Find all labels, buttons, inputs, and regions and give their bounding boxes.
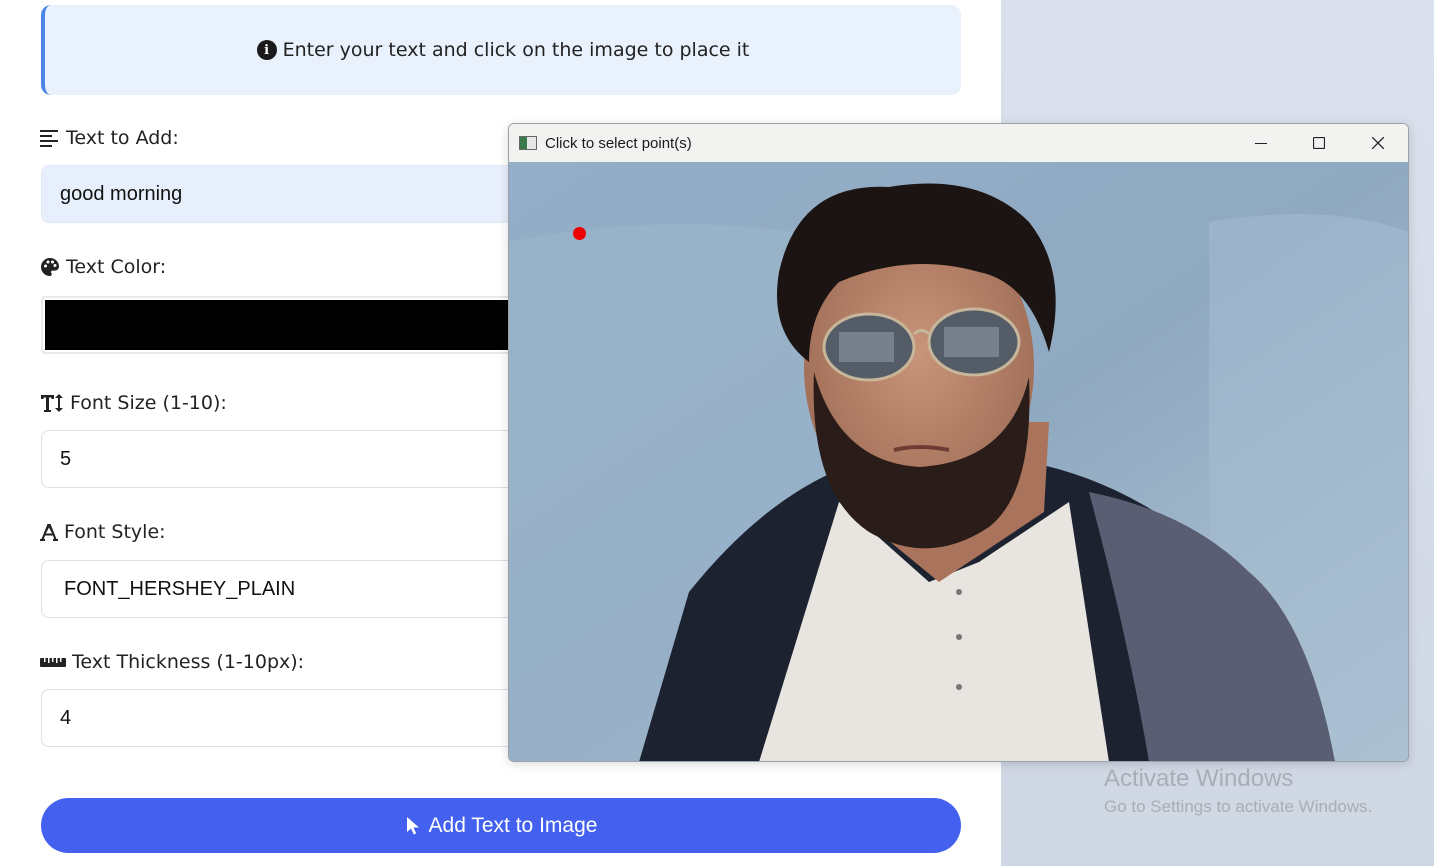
thickness-value: 4 bbox=[60, 706, 72, 729]
minimize-button[interactable] bbox=[1232, 124, 1290, 162]
info-banner: i Enter your text and click on the image… bbox=[41, 5, 961, 95]
text-input-value: good morning bbox=[60, 182, 183, 205]
color-label-text: Text Color: bbox=[66, 256, 167, 278]
font-size-label: Font Size (1-10): bbox=[40, 392, 227, 414]
font-size-value: 5 bbox=[60, 447, 72, 470]
watermark-title: Activate Windows bbox=[1104, 765, 1294, 792]
minimize-icon bbox=[1255, 143, 1267, 144]
activation-watermark: Activate Windows Go to Settings to activ… bbox=[1104, 765, 1372, 817]
color-label: Text Color: bbox=[40, 256, 166, 278]
add-text-button-label: Add Text to Image bbox=[428, 813, 598, 837]
font-style-label-text: Font Style: bbox=[64, 521, 166, 543]
font-size-label-text: Font Size (1-10): bbox=[70, 392, 227, 414]
selected-point-marker bbox=[573, 227, 586, 240]
text-height-icon bbox=[41, 394, 63, 412]
pointer-icon bbox=[406, 816, 419, 834]
ruler-icon bbox=[40, 658, 66, 667]
close-icon bbox=[1372, 137, 1384, 149]
image-canvas[interactable] bbox=[509, 162, 1408, 761]
maximize-icon bbox=[1313, 137, 1325, 149]
portrait-photo bbox=[509, 162, 1408, 761]
font-style-label: Font Style: bbox=[40, 521, 166, 543]
thickness-label-text: Text Thickness (1-10px): bbox=[72, 651, 305, 673]
info-text: Enter your text and click on the image t… bbox=[282, 39, 750, 61]
point-select-window[interactable]: Click to select point(s) bbox=[508, 123, 1409, 762]
palette-icon bbox=[41, 258, 59, 276]
align-left-icon bbox=[40, 130, 58, 147]
window-title: Click to select point(s) bbox=[545, 134, 692, 152]
text-label-text: Text to Add: bbox=[66, 127, 179, 149]
maximize-button[interactable] bbox=[1290, 124, 1348, 162]
text-label: Text to Add: bbox=[40, 127, 179, 149]
thickness-label: Text Thickness (1-10px): bbox=[40, 651, 304, 673]
info-circle-icon: i bbox=[256, 40, 277, 60]
watermark-subtitle: Go to Settings to activate Windows. bbox=[1104, 797, 1373, 816]
add-text-button[interactable]: Add Text to Image bbox=[41, 798, 961, 853]
font-style-value: FONT_HERSHEY_PLAIN bbox=[64, 577, 296, 600]
font-icon bbox=[40, 524, 58, 541]
app-window-icon bbox=[519, 136, 537, 150]
close-button[interactable] bbox=[1349, 124, 1407, 162]
window-titlebar[interactable]: Click to select point(s) bbox=[509, 124, 1408, 162]
